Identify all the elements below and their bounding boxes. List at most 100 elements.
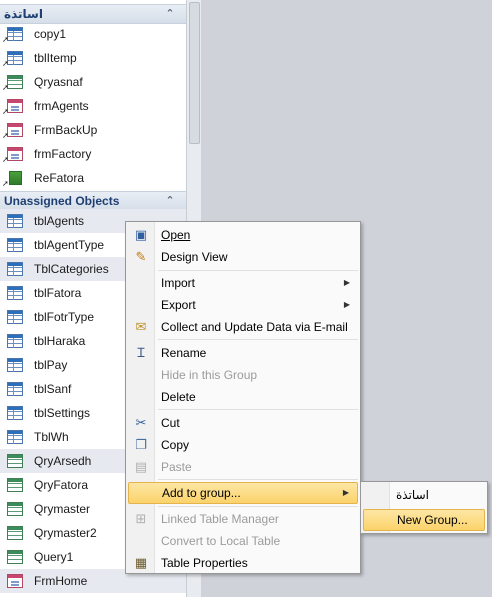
nav-item-label: TblWh [34, 430, 69, 444]
menu-item-label: Delete [161, 390, 196, 404]
menu-item-cut[interactable]: ✂ Cut [128, 412, 358, 434]
menu-item-label: Open [161, 228, 191, 242]
table-icon [7, 51, 23, 65]
form-icon [7, 123, 23, 137]
nav-item-label: Qrymaster [34, 502, 91, 516]
nav-item-label: QryFatora [34, 478, 89, 492]
table-icon [7, 27, 23, 41]
nav-item[interactable]: ➚ tblItemp [0, 46, 186, 70]
menu-item-copy[interactable]: ❐ Copy [128, 434, 358, 456]
menu-item-add-to-group[interactable]: Add to group... ▶ [128, 482, 358, 504]
nav-item[interactable]: ➚ copy1 [0, 22, 186, 46]
nav-item[interactable]: ➚ frmAgents [0, 94, 186, 118]
menu-item-export[interactable]: Export ▶ [128, 294, 358, 316]
table-icon [7, 334, 23, 348]
nav-item-label: TblCategories [34, 262, 109, 276]
query-icon [7, 454, 23, 468]
link-arrow-icon: ➚ [2, 83, 9, 92]
menu-separator [158, 339, 358, 340]
scissors-icon: ✂ [135, 415, 147, 430]
nav-item-label: frmFactory [34, 147, 92, 161]
table-icon [7, 262, 23, 276]
nav-item-label: QryArsedh [34, 454, 92, 468]
nav-item-label: tblHaraka [34, 334, 86, 348]
submenu-item-new-group[interactable]: New Group... [363, 509, 485, 531]
menu-item-label: Table Properties [161, 556, 248, 570]
menu-item-rename[interactable]: Ɪ Rename [128, 342, 358, 364]
menu-item-import[interactable]: Import ▶ [128, 272, 358, 294]
table-icon [7, 310, 23, 324]
table-icon [7, 430, 23, 444]
menu-item-delete[interactable]: Delete [128, 386, 358, 408]
table-icon [7, 286, 23, 300]
menu-item-label: Hide in this Group [161, 368, 258, 382]
open-icon: ▣ [134, 227, 148, 242]
menu-item-convert-local: Convert to Local Table [128, 530, 358, 552]
form-icon [7, 99, 23, 113]
form-icon [7, 147, 23, 161]
query-icon [7, 478, 23, 492]
menu-item-open[interactable]: ▣ Open [128, 224, 358, 246]
scrollbar-thumb[interactable] [189, 2, 200, 144]
submenu-arrow-icon: ▶ [343, 278, 350, 287]
nav-item[interactable]: ➚ ReFatora [0, 166, 186, 190]
linked-table-manager-icon: ⊞ [135, 511, 147, 526]
group-header-asatiza[interactable]: اساتذة ⌃ [0, 4, 186, 24]
submenu-arrow-icon: ▶ [342, 488, 349, 497]
nav-item-label: Qryasnaf [34, 75, 83, 89]
table-icon [7, 238, 23, 252]
menu-item-label: Export [161, 298, 196, 312]
rename-icon: Ɪ [137, 345, 145, 360]
nav-item-label: tblItemp [34, 51, 77, 65]
menu-item-label: Import [161, 276, 196, 290]
menu-item-design-view[interactable]: ✎ Design View [128, 246, 358, 268]
nav-item-label: FrmHome [34, 574, 88, 588]
design-view-icon: ✎ [135, 249, 147, 264]
collect-data-icon: ✉ [135, 319, 147, 334]
collapse-chevron-icon[interactable]: ⌃ [164, 192, 176, 210]
form-icon [7, 574, 23, 588]
menu-item-table-properties[interactable]: ▦ Table Properties [128, 552, 358, 574]
nav-item[interactable]: ➚ Qryasnaf [0, 70, 186, 94]
nav-item-label: FrmBackUp [34, 123, 98, 137]
menu-item-label: Add to group... [162, 486, 241, 500]
menu-item-label: Cut [161, 416, 180, 430]
nav-item-label: Query1 [34, 550, 74, 564]
nav-item[interactable]: ➚ frmFactory [0, 142, 186, 166]
table-icon [7, 406, 23, 420]
menu-separator [158, 506, 358, 507]
menu-item-label: Paste [161, 460, 192, 474]
query-icon [7, 526, 23, 540]
nav-item-label: tblSettings [34, 406, 91, 420]
nav-item-label: ReFatora [34, 171, 85, 185]
nav-item-label: tblAgents [34, 214, 85, 228]
context-menu: ▣ Open ✎ Design View Import ▶ Export ▶ ✉… [125, 221, 361, 574]
menu-item-linked-table-manager: ⊞ Linked Table Manager [128, 508, 358, 530]
group-title: Unassigned Objects [4, 194, 120, 208]
query-icon [7, 75, 23, 89]
group-title: اساتذة [4, 7, 43, 21]
menu-item-label: Linked Table Manager [161, 512, 279, 526]
query-icon [7, 550, 23, 564]
menu-item-label: Rename [161, 346, 207, 360]
nav-item-label: Qrymaster2 [34, 526, 97, 540]
nav-item-label: tblFotrType [34, 310, 95, 324]
submenu-arrow-icon: ▶ [343, 300, 350, 309]
nav-item[interactable]: ➚ FrmBackUp [0, 118, 186, 142]
nav-item-label: tblFatora [34, 286, 82, 300]
menu-item-collect-data[interactable]: ✉ Collect and Update Data via E-mail [128, 316, 358, 338]
add-to-group-submenu: اساتذة New Group... [360, 481, 488, 534]
nav-item-label: tblPay [34, 358, 68, 372]
nav-item-label: frmAgents [34, 99, 89, 113]
menu-separator [158, 270, 358, 271]
group-header-unassigned[interactable]: Unassigned Objects ⌃ [0, 191, 186, 211]
submenu-item-label: اساتذة [396, 488, 429, 502]
paste-icon: ▤ [134, 459, 148, 474]
link-arrow-icon: ➚ [2, 179, 9, 188]
table-icon [7, 214, 23, 228]
link-arrow-icon: ➚ [2, 59, 9, 68]
collapse-chevron-icon[interactable]: ⌃ [164, 5, 176, 23]
submenu-item-group[interactable]: اساتذة [363, 484, 485, 506]
nav-item-label: tblAgentType [34, 238, 105, 252]
link-arrow-icon: ➚ [2, 131, 9, 140]
